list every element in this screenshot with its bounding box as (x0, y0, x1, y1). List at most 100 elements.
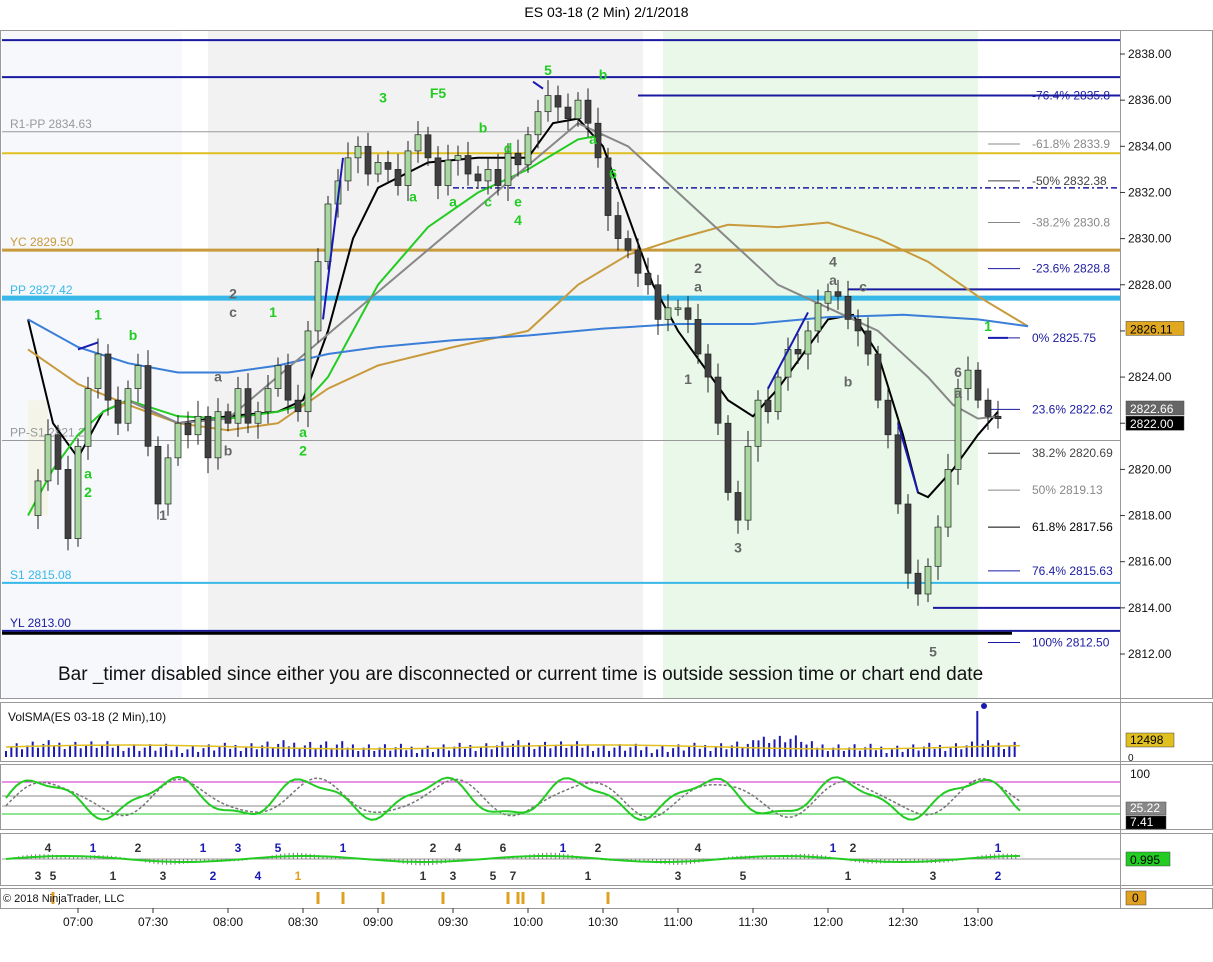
wave-label: 5 (544, 62, 552, 78)
wave-label: 4 (514, 212, 522, 228)
time-marker (506, 892, 510, 904)
candle-body (54, 434, 62, 470)
stochastic-top-label: 100 (1130, 767, 1150, 781)
wave-label: 6 (954, 364, 962, 380)
oscillator-wave-count: 1 (585, 869, 592, 883)
y-tick-label: 2824.00 (1128, 370, 1172, 384)
oscillator-wave-count: 4 (255, 869, 262, 883)
y-tick-label: 2818.00 (1128, 509, 1172, 523)
price-level-label: S1 2815.08 (10, 568, 72, 582)
candle-body (694, 319, 702, 355)
stochastic-marker-label: 25.22 (1130, 801, 1160, 815)
candle-body (924, 565, 932, 595)
wave-label: 1 (94, 306, 102, 322)
oscillator-wave-count: 6 (500, 841, 507, 855)
candle-body (384, 162, 392, 170)
time-marker (316, 892, 320, 904)
x-tick-label: 12:00 (813, 915, 843, 929)
x-tick-label: 13:00 (963, 915, 993, 929)
candle-body (244, 388, 252, 424)
wave-label: 3 (379, 89, 387, 105)
candle-body (674, 307, 682, 310)
fib-level-label: -38.2% 2830.8 (1032, 215, 1110, 229)
volume-panel-label: VolSMA(ES 03-18 (2 Min),10) (8, 710, 167, 724)
candle-body (304, 330, 312, 413)
fib-level-label: 50% 2819.13 (1032, 483, 1103, 497)
chart-canvas[interactable]: R1-PP 2834.63YC 2829.50PP 2827.42PP-S1 2… (0, 0, 1213, 962)
oscillator-wave-count: 1 (90, 841, 97, 855)
time-marker (541, 892, 545, 904)
candle-body (454, 155, 462, 161)
candle-body (344, 157, 352, 182)
fib-level-label: 23.6% 2822.62 (1032, 402, 1113, 416)
candle-body (424, 134, 432, 159)
wave-label: b (224, 443, 233, 459)
candle-body (994, 415, 1002, 419)
premarket-shade (2, 31, 182, 698)
price-marker-label: 2822.00 (1130, 417, 1174, 431)
candle-body (134, 365, 142, 389)
volume-spike-marker (981, 703, 987, 709)
wave-label: e (514, 193, 522, 209)
candle-body (894, 434, 902, 505)
price-level-label: YC 2829.50 (10, 235, 74, 249)
candle-body (194, 415, 202, 436)
y-tick-label: 2814.00 (1128, 601, 1172, 615)
candle-body (324, 203, 332, 263)
wave-label: a (954, 385, 962, 401)
fib-level-label: -23.6% 2828.8 (1032, 262, 1110, 276)
fib-level-label: 38.2% 2820.69 (1032, 446, 1113, 460)
candle-body (174, 422, 182, 459)
candle-body (914, 572, 922, 595)
x-tick-label: 11:00 (663, 915, 692, 929)
candle-body (854, 319, 862, 332)
time-marker (606, 892, 610, 904)
price-level-label: R1-PP 2834.63 (10, 117, 92, 131)
time-marker (521, 892, 525, 904)
candle (64, 455, 72, 551)
x-tick-label: 10:00 (513, 915, 543, 929)
x-tick-label: 08:00 (213, 915, 243, 929)
x-tick-label: 10:30 (588, 915, 618, 929)
fib-level-label: 76.4% 2815.63 (1032, 564, 1113, 578)
wave-label: 1 (269, 304, 277, 320)
wave-label: 2 (229, 286, 237, 302)
x-tick-label: 07:00 (63, 915, 93, 929)
y-tick-label: 2838.00 (1128, 47, 1172, 61)
candle-body (114, 399, 122, 424)
price-level-label: YL 2813.00 (10, 616, 71, 630)
candle-body (364, 145, 372, 175)
oscillator-wave-count: 4 (455, 841, 462, 855)
volume-axis-label: 0 (1128, 753, 1134, 764)
stochastic-panel-frame (0, 764, 1213, 830)
candle-body (794, 349, 802, 355)
oscillator-wave-count: 3 (35, 869, 42, 883)
wave-label: F5 (430, 85, 447, 101)
oscillator-wave-count: 7 (510, 869, 517, 883)
wave-label: a (589, 131, 597, 147)
candle-body (414, 134, 422, 152)
oscillator-wave-count: 2 (850, 841, 857, 855)
candle-body (934, 526, 942, 567)
candle (74, 438, 82, 547)
candle (314, 248, 322, 343)
candle-body (984, 399, 992, 417)
candle-body (744, 445, 752, 521)
candle-body (804, 330, 812, 355)
candle-body (764, 399, 772, 413)
wave-label: a (449, 193, 457, 209)
stochastic-marker-label: 7.41 (1130, 815, 1154, 829)
time-marker (341, 892, 345, 904)
wave-label: d (504, 140, 513, 156)
wave-label: b (844, 373, 853, 389)
wave-label: c (859, 279, 867, 295)
oscillator-wave-count: 5 (275, 841, 282, 855)
candle-body (44, 434, 52, 482)
candle-body (544, 95, 552, 113)
wave-label: b (599, 66, 608, 82)
y-tick-label: 2830.00 (1128, 232, 1172, 246)
oscillator-wave-count: 3 (450, 869, 457, 883)
wave-label: 1 (984, 318, 992, 334)
fib-level-label: -61.8% 2833.9 (1032, 137, 1110, 151)
oscillator-wave-count: 1 (110, 869, 117, 883)
